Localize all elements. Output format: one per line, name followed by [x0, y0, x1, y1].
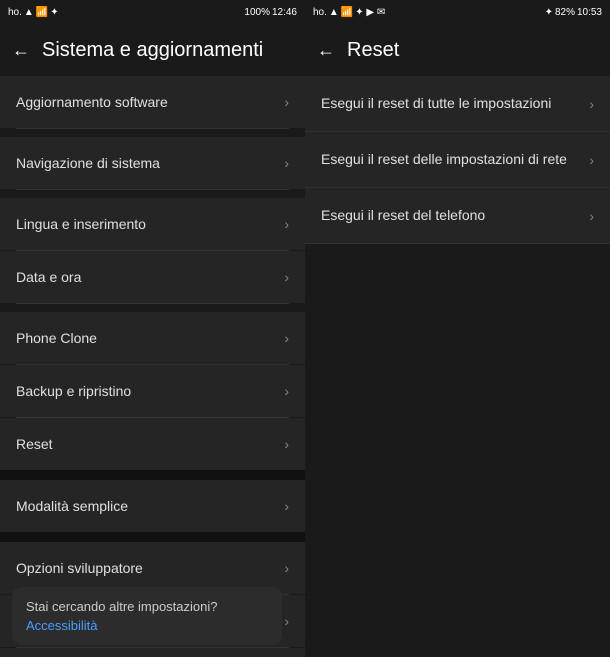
- chevron-backup: ›: [284, 383, 289, 399]
- back-button-left[interactable]: ←: [12, 40, 30, 61]
- bluetooth-icon-left: ✦: [50, 7, 58, 18]
- chevron-navigazione: ›: [284, 155, 289, 171]
- page-title-left: Sistema e aggiornamenti: [42, 39, 263, 62]
- chevron-phone-clone: ›: [284, 330, 289, 346]
- divider-thick-1: [0, 129, 305, 137]
- left-status-left: ho. ▲ 📶 ✦: [8, 7, 59, 18]
- bluetooth-right: ✦: [545, 7, 553, 18]
- menu-item-modalita[interactable]: Modalità semplice ›: [0, 480, 305, 532]
- menu-list-left: Aggiornamento software › Navigazione di …: [0, 76, 305, 657]
- time-left: 12:46: [272, 7, 297, 18]
- tooltip-link[interactable]: Accessibilità: [26, 618, 268, 633]
- chevron-hiai: ›: [284, 613, 289, 629]
- chevron-aggiornamento: ›: [284, 94, 289, 110]
- icons-right: ✦ ▶ ✉: [355, 7, 385, 18]
- carrier-right: ho.: [313, 7, 327, 18]
- wifi-icon-right: 📶: [341, 7, 353, 18]
- divider-thick-4: [0, 470, 305, 480]
- reset-item-all[interactable]: Esegui il reset di tutte le impostazioni…: [305, 76, 610, 132]
- right-status-left: 100% 12:46: [244, 7, 297, 18]
- battery-left: 100%: [244, 7, 270, 18]
- signal-icon-left: ▲: [24, 7, 34, 18]
- reset-item-network[interactable]: Esegui il reset delle impostazioni di re…: [305, 132, 610, 188]
- menu-item-miglioramento[interactable]: Miglioramento esperienza utente ›: [0, 648, 305, 657]
- divider-thick-5: [0, 532, 305, 542]
- divider-thick-3: [0, 304, 305, 312]
- wifi-icon-left: 📶: [36, 7, 48, 18]
- divider-thick-2: [0, 190, 305, 198]
- menu-item-aggiornamento[interactable]: Aggiornamento software ›: [0, 76, 305, 128]
- back-button-right[interactable]: ←: [317, 40, 335, 61]
- chevron-lingua: ›: [284, 216, 289, 232]
- tooltip-text: Stai cercando altre impostazioni?: [26, 599, 268, 614]
- menu-label-data: Data e ora: [16, 269, 81, 285]
- chevron-reset-phone: ›: [589, 208, 594, 224]
- reset-label-network: Esegui il reset delle impostazioni di re…: [321, 150, 589, 170]
- signal-icon-right: ▲: [329, 7, 339, 18]
- bottom-tooltip: Stai cercando altre impostazioni? Access…: [12, 587, 282, 645]
- reset-list: Esegui il reset di tutte le impostazioni…: [305, 76, 610, 244]
- menu-label-aggiornamento: Aggiornamento software: [16, 94, 168, 110]
- time-right: 10:53: [577, 7, 602, 18]
- carrier-left: ho.: [8, 7, 22, 18]
- right-panel: ho. ▲ 📶 ✦ ▶ ✉ ✦ 82% 10:53 ← Reset Esegui…: [305, 0, 610, 657]
- reset-label-phone: Esegui il reset del telefono: [321, 206, 589, 226]
- chevron-data: ›: [284, 269, 289, 285]
- menu-label-lingua: Lingua e inserimento: [16, 216, 146, 232]
- menu-item-lingua[interactable]: Lingua e inserimento ›: [0, 198, 305, 250]
- menu-item-reset[interactable]: Reset ›: [0, 418, 305, 470]
- menu-label-navigazione: Navigazione di sistema: [16, 155, 160, 171]
- right-status-right: ✦ 82% 10:53: [545, 7, 602, 18]
- menu-label-reset: Reset: [16, 436, 53, 452]
- chevron-modalita: ›: [284, 498, 289, 514]
- menu-item-navigazione[interactable]: Navigazione di sistema ›: [0, 137, 305, 189]
- chevron-reset-network: ›: [589, 152, 594, 168]
- status-bar-left: ho. ▲ 📶 ✦ 100% 12:46: [0, 0, 305, 24]
- menu-label-backup: Backup e ripristino: [16, 383, 131, 399]
- menu-item-data[interactable]: Data e ora ›: [0, 251, 305, 303]
- chevron-sviluppatore: ›: [284, 560, 289, 576]
- status-bar-right: ho. ▲ 📶 ✦ ▶ ✉ ✦ 82% 10:53: [305, 0, 610, 24]
- menu-item-backup[interactable]: Backup e ripristino ›: [0, 365, 305, 417]
- page-header-left: ← Sistema e aggiornamenti: [0, 24, 305, 76]
- left-panel: ho. ▲ 📶 ✦ 100% 12:46 ← Sistema e aggiorn…: [0, 0, 305, 657]
- battery-right: 82%: [555, 7, 575, 18]
- chevron-reset: ›: [284, 436, 289, 452]
- menu-item-phone-clone[interactable]: Phone Clone ›: [0, 312, 305, 364]
- menu-label-modalita: Modalità semplice: [16, 498, 128, 514]
- page-header-right: ← Reset: [305, 24, 610, 76]
- reset-item-phone[interactable]: Esegui il reset del telefono ›: [305, 188, 610, 244]
- menu-label-phone-clone: Phone Clone: [16, 330, 97, 346]
- left-status-right: ho. ▲ 📶 ✦ ▶ ✉: [313, 7, 385, 18]
- page-title-right: Reset: [347, 39, 399, 62]
- chevron-reset-all: ›: [589, 96, 594, 112]
- reset-label-all: Esegui il reset di tutte le impostazioni: [321, 94, 589, 114]
- menu-label-sviluppatore: Opzioni sviluppatore: [16, 560, 143, 576]
